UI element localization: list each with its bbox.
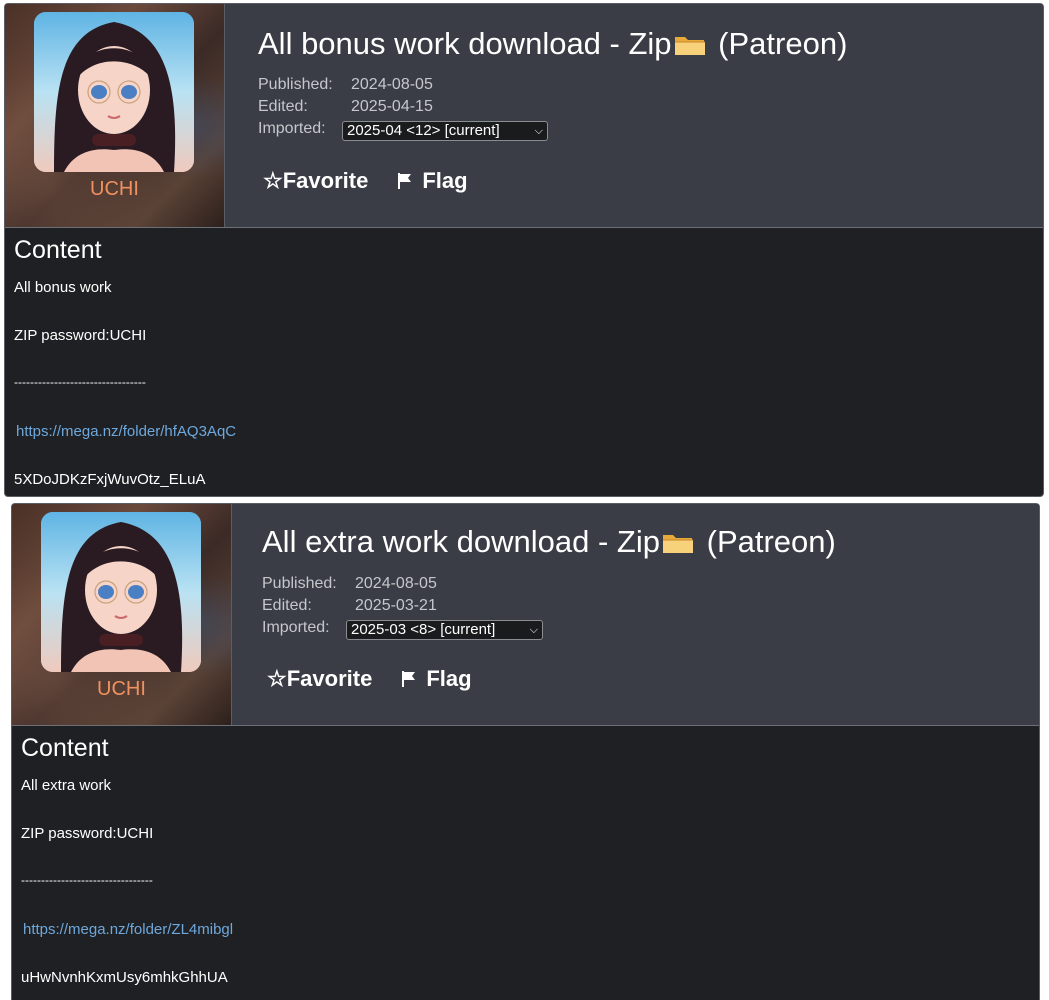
post-meta: Published: 2024-08-05 Edited: 2025-03-21… [262,573,543,640]
content-text: All extra work [21,777,112,794]
artist-avatar[interactable] [34,12,194,172]
edited-date: 2025-04-15 [351,98,433,115]
flag-icon [398,173,412,189]
import-revision-select[interactable]: 2025-04 <12> [current] ⌵ [342,120,548,141]
flag-icon [402,671,416,687]
edited-label: Edited: [262,597,312,614]
post-title: All bonus work download - Zip (Patreon) [258,26,847,62]
post-content: Content All bonus work ZIP password:UCHI… [14,236,1035,496]
import-revision-value: 2025-04 <12> [current] [347,121,500,139]
artist-banner: UCHI [5,4,225,227]
post-title: All extra work download - Zip (Patreon) [262,524,836,560]
favorite-label: ☆Favorite [267,666,373,691]
folder-icon [663,535,693,553]
content-text: All bonus work [14,279,112,296]
post-title-text: All bonus work download - Zip [258,26,672,61]
content-password: ZIP password:UCHI [21,825,154,842]
flag-label: Flag [426,666,472,691]
flag-button[interactable]: Flag [396,168,468,194]
favorite-button[interactable]: ☆Favorite [263,168,368,194]
decryption-key: uHwNvnhKxmUsy6mhkGhhUA [21,969,228,986]
published-label: Published: [262,575,337,592]
edited-date: 2025-03-21 [355,597,437,614]
post-card: UCHI All extra work download - Zip (Patr… [11,503,1040,1000]
artist-banner: UCHI [12,504,232,725]
artist-avatar[interactable] [41,512,201,672]
post-title-text: All extra work download - Zip [262,524,660,559]
chevron-down-icon: ⌵ [529,623,538,636]
published-label: Published: [258,76,333,93]
post-actions: ☆Favorite Flag [263,168,468,194]
folder-icon [674,37,705,55]
decryption-key: 5XDoJDKzFxjWuvOtz_ELuA [14,471,206,488]
download-link[interactable]: https://mega.nz/folder/hfAQ3AqC [16,423,236,440]
content-divider: --------------------------------- [14,375,146,389]
post-header: UCHI All bonus work download - Zip (Patr… [5,4,1043,228]
content-heading: Content [21,734,109,762]
chevron-down-icon: ⌵ [534,124,543,137]
published-date: 2024-08-05 [351,76,433,93]
artist-name[interactable]: UCHI [12,678,231,701]
artist-name[interactable]: UCHI [5,178,224,201]
post-service: (Patreon) [706,524,836,559]
post-service: (Patreon) [718,26,848,61]
imported-label: Imported: [262,619,330,636]
favorite-label: ☆Favorite [263,168,369,193]
edited-label: Edited: [258,98,308,115]
import-revision-select[interactable]: 2025-03 <8> [current] ⌵ [346,619,543,640]
post-actions: ☆Favorite Flag [267,666,472,692]
flag-label: Flag [422,168,468,193]
favorite-button[interactable]: ☆Favorite [267,666,372,692]
download-link[interactable]: https://mega.nz/folder/ZL4mibgl [23,921,233,938]
content-heading: Content [14,236,102,264]
import-revision-value: 2025-03 <8> [current] [351,620,496,638]
imported-label: Imported: [258,120,326,137]
published-date: 2024-08-05 [355,575,437,592]
content-divider: --------------------------------- [21,873,153,887]
post-header: UCHI All extra work download - Zip (Patr… [12,504,1039,726]
post-meta: Published: 2024-08-05 Edited: 2025-04-15… [258,74,548,141]
post-content: Content All extra work ZIP password:UCHI… [21,734,1031,1000]
post-card: UCHI All bonus work download - Zip (Patr… [4,3,1044,497]
content-password: ZIP password:UCHI [14,327,147,344]
flag-button[interactable]: Flag [400,666,472,692]
